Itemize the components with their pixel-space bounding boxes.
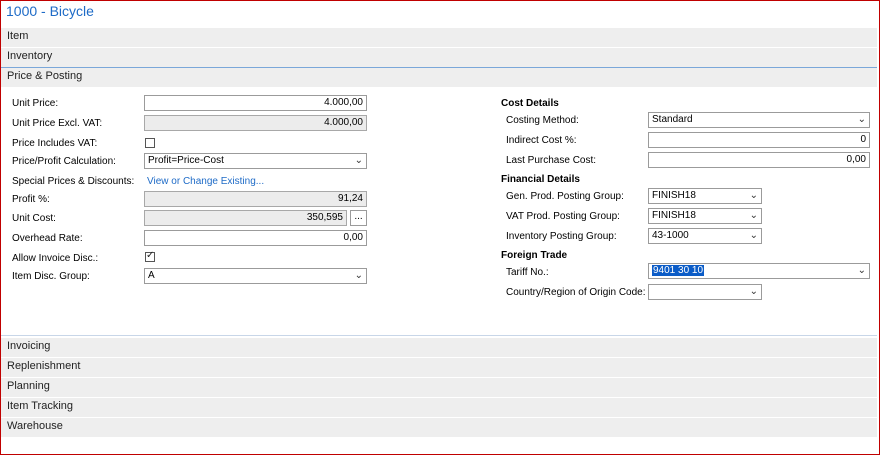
price-profit-calc-label: Price/Profit Calculation:	[12, 156, 116, 167]
section-inventory-label: Inventory	[7, 50, 53, 62]
section-planning-label: Planning	[7, 380, 50, 392]
unit-price-excl-vat-field: 4.000,00	[144, 115, 367, 131]
profit-pct-label: Profit %:	[12, 194, 50, 205]
price-includes-vat-label: Price Includes VAT:	[12, 138, 98, 149]
section-inventory[interactable]: Inventory	[1, 48, 877, 68]
section-warehouse-label: Warehouse	[7, 420, 63, 432]
vat-prod-posting-group-value: FINISH18	[652, 210, 696, 221]
chevron-down-icon: ⌄	[857, 265, 866, 276]
overhead-rate-field[interactable]: 0,00	[144, 230, 367, 246]
tariff-no-select[interactable]: 9401 30 10 ⌄	[648, 263, 870, 279]
vat-prod-posting-group-select[interactable]: FINISH18 ⌄	[648, 208, 762, 224]
indirect-cost-field[interactable]: 0	[648, 132, 870, 148]
chevron-down-icon: ⌄	[749, 210, 758, 221]
price-profit-calc-value: Profit=Price-Cost	[148, 155, 224, 166]
section-price-posting[interactable]: Price & Posting	[1, 67, 877, 88]
section-invoicing[interactable]: Invoicing	[1, 338, 877, 358]
costing-method-label: Costing Method:	[506, 115, 579, 126]
view-change-existing-link[interactable]: View or Change Existing...	[147, 176, 264, 187]
chevron-down-icon: ⌄	[354, 155, 363, 166]
inventory-posting-group-select[interactable]: 43-1000 ⌄	[648, 228, 762, 244]
unit-cost-assist-button[interactable]: ...	[350, 210, 367, 226]
financial-details-heading: Financial Details	[501, 174, 580, 185]
section-item-tracking[interactable]: Item Tracking	[1, 398, 877, 418]
overhead-rate-label: Overhead Rate:	[12, 233, 83, 244]
last-purchase-cost-field[interactable]: 0,00	[648, 152, 870, 168]
unit-cost-field: 350,595	[144, 210, 347, 226]
allow-invoice-disc-checkbox[interactable]: ✓	[145, 250, 155, 262]
price-includes-vat-checkbox[interactable]	[145, 138, 155, 148]
unit-cost-label: Unit Cost:	[12, 213, 56, 224]
costing-method-value: Standard	[652, 114, 693, 125]
section-invoicing-label: Invoicing	[7, 340, 51, 352]
last-purchase-cost-label: Last Purchase Cost:	[506, 155, 597, 166]
gen-prod-posting-group-value: FINISH18	[652, 190, 696, 201]
profit-pct-field: 91,24	[144, 191, 367, 207]
section-item-tracking-label: Item Tracking	[7, 400, 74, 412]
vat-prod-posting-group-label: VAT Prod. Posting Group:	[506, 211, 620, 222]
gen-prod-posting-group-select[interactable]: FINISH18 ⌄	[648, 188, 762, 204]
checkmark-icon: ✓	[146, 250, 155, 261]
section-warehouse[interactable]: Warehouse	[1, 418, 877, 438]
chevron-down-icon: ⌄	[354, 270, 363, 281]
unit-price-label: Unit Price:	[12, 98, 59, 109]
tariff-no-value: 9401 30 10	[652, 265, 705, 276]
section-item[interactable]: Item	[1, 28, 877, 48]
cost-details-heading: Cost Details	[501, 98, 559, 109]
chevron-down-icon: ⌄	[857, 114, 866, 125]
price-posting-panel: Unit Price: 4.000,00 Unit Price Excl. VA…	[1, 87, 877, 336]
price-profit-calc-select[interactable]: Profit=Price-Cost ⌄	[144, 153, 367, 169]
section-replenishment-label: Replenishment	[7, 360, 81, 372]
special-prices-label: Special Prices & Discounts:	[12, 176, 135, 187]
tariff-no-label: Tariff No.:	[506, 267, 549, 278]
chevron-down-icon: ⌄	[749, 286, 758, 297]
unit-price-field[interactable]: 4.000,00	[144, 95, 367, 111]
country-region-select[interactable]: ⌄	[648, 284, 762, 300]
chevron-down-icon: ⌄	[749, 190, 758, 201]
foreign-trade-heading: Foreign Trade	[501, 250, 568, 261]
page-title: 1000 - Bicycle	[6, 3, 94, 19]
item-disc-group-select[interactable]: A ⌄	[144, 268, 367, 284]
chevron-down-icon: ⌄	[749, 230, 758, 241]
section-planning[interactable]: Planning	[1, 378, 877, 398]
item-disc-group-label: Item Disc. Group:	[12, 271, 90, 282]
indirect-cost-label: Indirect Cost %:	[506, 135, 577, 146]
section-replenishment[interactable]: Replenishment	[1, 358, 877, 378]
item-disc-group-value: A	[148, 270, 155, 281]
section-item-label: Item	[7, 30, 29, 42]
section-price-posting-label: Price & Posting	[7, 70, 83, 82]
country-region-label: Country/Region of Origin Code:	[506, 287, 646, 298]
unit-price-excl-vat-label: Unit Price Excl. VAT:	[12, 118, 103, 129]
inventory-posting-group-value: 43-1000	[652, 230, 689, 241]
gen-prod-posting-group-label: Gen. Prod. Posting Group:	[506, 191, 624, 202]
allow-invoice-disc-label: Allow Invoice Disc.:	[12, 253, 99, 264]
inventory-posting-group-label: Inventory Posting Group:	[506, 231, 617, 242]
costing-method-select[interactable]: Standard ⌄	[648, 112, 870, 128]
